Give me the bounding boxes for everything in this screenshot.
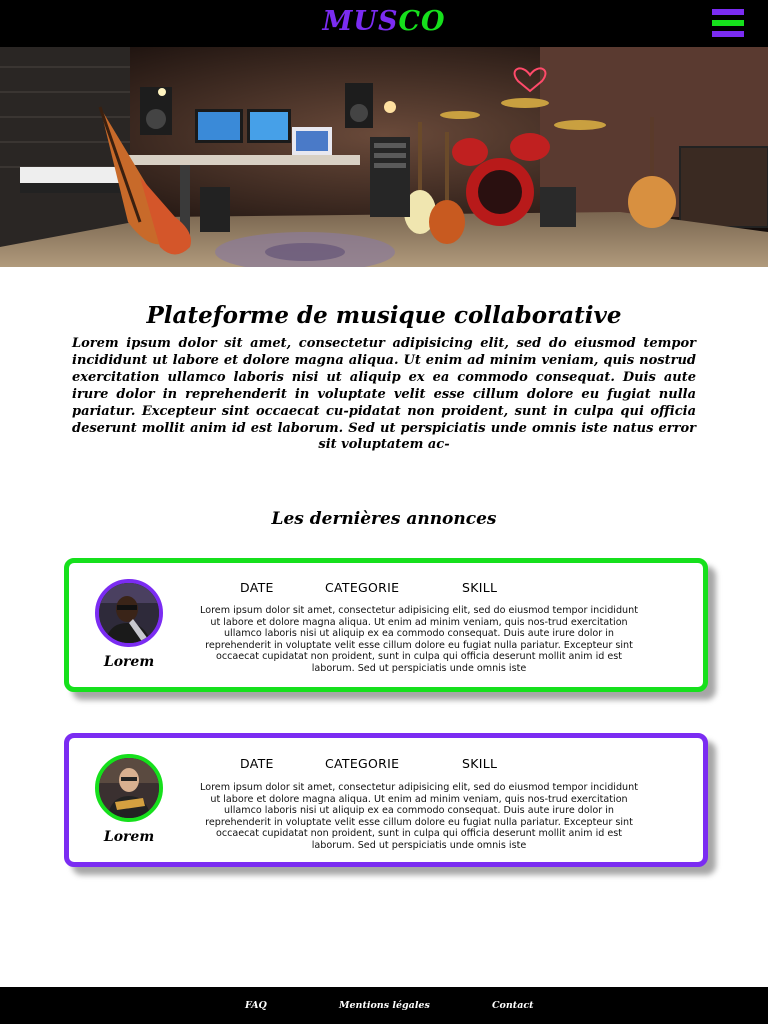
page-title: Plateforme de musique collaborative xyxy=(146,302,622,329)
announcement-card[interactable]: Lorem DATE CATEGORIE SKILL Lorem ipsum d… xyxy=(64,558,708,692)
card-skill: SKILL xyxy=(462,580,498,595)
hero-studio-image xyxy=(0,47,768,267)
menu-bar-bottom xyxy=(712,31,744,37)
avatar xyxy=(95,579,163,647)
footer-link-faq[interactable]: FAQ xyxy=(245,1000,267,1011)
card-skill: SKILL xyxy=(462,756,498,771)
intro-paragraph: Lorem ipsum dolor sit amet, consectetur … xyxy=(72,336,696,453)
author-name: Lorem xyxy=(103,829,155,845)
hamburger-menu-icon[interactable] xyxy=(712,9,744,37)
card-description: Lorem ipsum dolor sit amet, consectetur … xyxy=(200,782,638,851)
site-footer: FAQ Mentions légales Contact xyxy=(0,987,768,1024)
author-name: Lorem xyxy=(103,654,155,670)
footer-link-mentions-legales[interactable]: Mentions légales xyxy=(339,1000,430,1011)
avatar xyxy=(95,754,163,822)
announcements-title: Les dernières annonces xyxy=(271,509,497,529)
footer-link-contact[interactable]: Contact xyxy=(492,1000,534,1011)
site-header: MUSCO xyxy=(0,0,768,47)
logo-part-mus: MUS xyxy=(322,6,399,37)
card-date: DATE xyxy=(240,756,274,771)
card-description: Lorem ipsum dolor sit amet, consectetur … xyxy=(200,605,638,674)
card-category: CATEGORIE xyxy=(325,756,400,771)
menu-bar-middle xyxy=(712,20,744,26)
logo-part-co: CO xyxy=(398,6,446,37)
card-date: DATE xyxy=(240,580,274,595)
site-logo[interactable]: MUSCO xyxy=(0,6,768,37)
card-category: CATEGORIE xyxy=(325,580,400,595)
announcement-card[interactable]: Lorem DATE CATEGORIE SKILL Lorem ipsum d… xyxy=(64,733,708,867)
menu-bar-top xyxy=(712,9,744,15)
